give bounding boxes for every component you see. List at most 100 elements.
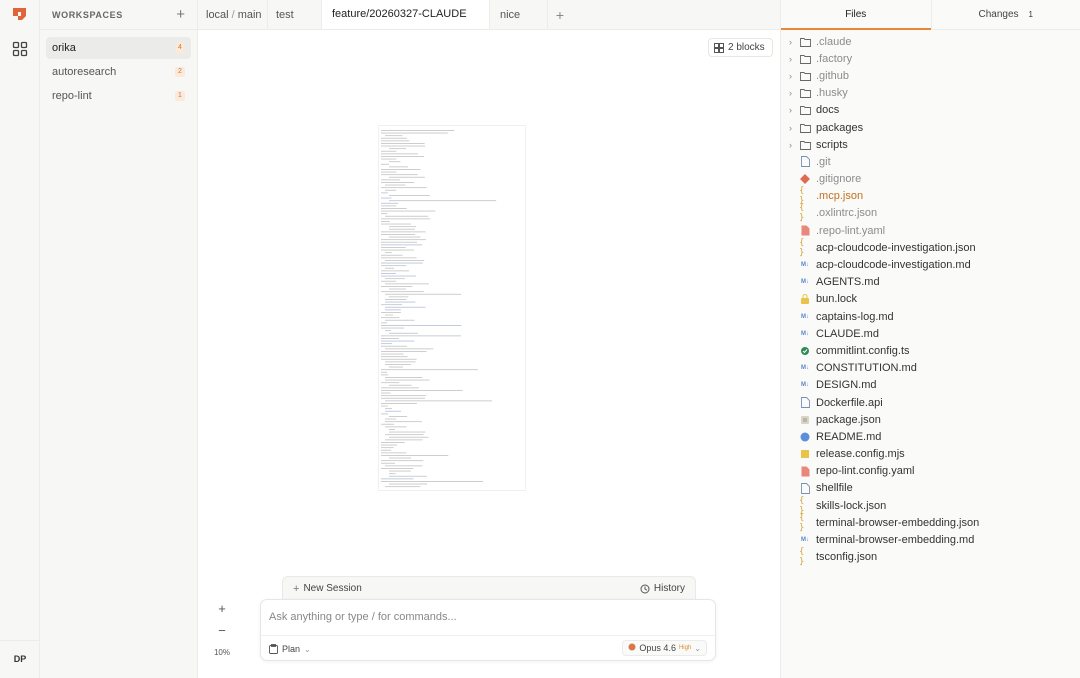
folder-item[interactable]: › .github xyxy=(781,67,1080,84)
zoom-in-button[interactable]: + xyxy=(210,598,234,620)
file-item[interactable]: M↓ acp-cloudcode-investigation.md xyxy=(781,256,1080,273)
document-line xyxy=(381,468,414,469)
document-line xyxy=(385,260,425,261)
document-line xyxy=(381,179,400,181)
model-label: Opus 4.6 xyxy=(639,643,676,653)
file-item[interactable]: { } .oxlintrc.json xyxy=(781,203,1080,223)
document-line xyxy=(381,345,407,347)
folder-item[interactable]: › scripts xyxy=(781,136,1080,153)
history-icon xyxy=(640,584,650,593)
file-item[interactable]: .gitignore xyxy=(781,171,1080,188)
workspace-item-orika[interactable]: orika 4 xyxy=(46,37,191,59)
tab-changes[interactable]: Changes 1 xyxy=(930,0,1080,29)
file-item[interactable]: M↓ AGENTS.md xyxy=(781,274,1080,291)
model-select[interactable]: Opus 4.6 High ⌄ xyxy=(622,640,707,656)
document-line xyxy=(385,319,415,321)
folder-name: .github xyxy=(816,69,850,82)
document-line xyxy=(389,296,409,298)
file-item[interactable]: M↓ DESIGN.md xyxy=(781,377,1080,394)
document-line xyxy=(381,145,426,147)
workspaces-header: WORKSPACES + xyxy=(40,0,197,30)
document-line xyxy=(385,361,416,363)
app-logo[interactable] xyxy=(12,7,27,21)
document-line xyxy=(385,267,395,269)
document-line xyxy=(381,460,424,462)
file-item[interactable]: repo-lint.config.yaml xyxy=(781,463,1080,480)
zoom-out-button[interactable]: − xyxy=(210,620,234,642)
tab-separator: / xyxy=(231,8,235,21)
workspace-item-autoresearch[interactable]: autoresearch 2 xyxy=(46,61,191,83)
folder-item[interactable]: › .husky xyxy=(781,85,1080,102)
file-item[interactable]: shellfile xyxy=(781,480,1080,497)
file-item[interactable]: release.config.mjs xyxy=(781,446,1080,463)
file-item[interactable]: { } tsconfig.json xyxy=(781,547,1080,567)
document-line xyxy=(381,444,398,446)
model-logo-icon xyxy=(628,643,636,653)
file-item[interactable]: M↓ terminal-browser-embedding.md xyxy=(781,531,1080,548)
document-line xyxy=(381,356,408,358)
document-line xyxy=(389,332,418,334)
history-button[interactable]: History xyxy=(640,583,685,594)
workspace-name: orika xyxy=(52,42,76,54)
workspace-item-repo-lint[interactable]: repo-lint 1 xyxy=(46,85,191,107)
folder-name: .claude xyxy=(816,35,852,48)
chevron-right-icon: › xyxy=(789,70,792,81)
workspaces-grid-icon[interactable] xyxy=(11,40,29,58)
file-item[interactable]: M↓ CLAUDE.md xyxy=(781,325,1080,342)
folder-item[interactable]: › docs xyxy=(781,102,1080,119)
file-icon xyxy=(799,156,811,168)
file-item[interactable]: package.json xyxy=(781,411,1080,428)
mode-select[interactable]: Plan ⌄ xyxy=(269,642,311,656)
folder-item[interactable]: › packages xyxy=(781,119,1080,136)
document-line xyxy=(385,314,394,316)
file-item[interactable]: Dockerfile.api xyxy=(781,394,1080,411)
yaml-icon xyxy=(799,465,811,477)
file-item[interactable]: { } skills-lock.json xyxy=(781,496,1080,516)
file-item[interactable]: .repo-lint.yaml xyxy=(781,222,1080,239)
file-icon xyxy=(799,397,811,409)
file-item[interactable]: bun.lock xyxy=(781,291,1080,308)
tab-nice[interactable]: nice xyxy=(490,0,548,29)
workspaces-title: WORKSPACES xyxy=(52,9,123,20)
canvas-document-preview[interactable] xyxy=(378,125,526,491)
document-line xyxy=(385,293,462,295)
add-workspace-button[interactable]: + xyxy=(176,7,185,22)
tab-test[interactable]: test xyxy=(268,0,322,29)
prompt-input[interactable] xyxy=(269,608,699,626)
user-avatar[interactable]: DP xyxy=(8,651,32,667)
file-name: CONSTITUTION.md xyxy=(816,362,917,375)
file-name: Dockerfile.api xyxy=(816,396,883,409)
chevron-right-icon: › xyxy=(789,122,792,133)
document-line xyxy=(381,369,478,371)
folder-item[interactable]: › .factory xyxy=(781,50,1080,67)
folder-icon xyxy=(799,53,811,65)
file-item[interactable]: { } .mcp.json xyxy=(781,186,1080,206)
workspace-count-badge: 1 xyxy=(175,91,185,101)
document-line xyxy=(381,343,392,345)
file-name: .git xyxy=(816,155,831,168)
tab-files-label: Files xyxy=(845,9,867,20)
document-line xyxy=(381,374,389,376)
file-item[interactable]: M↓ CONSTITUTION.md xyxy=(781,360,1080,377)
session-bar: + New Session History xyxy=(282,576,696,600)
tab-feature-branch[interactable]: feature/20260327-CLAUDE xyxy=(322,0,490,29)
file-item[interactable]: M↓ captains-log.md xyxy=(781,308,1080,325)
tab-branch: main xyxy=(237,8,262,21)
file-item[interactable]: commitlint.config.ts xyxy=(781,342,1080,359)
tab-local-main[interactable]: local / main xyxy=(198,0,268,29)
add-tab-button[interactable]: + xyxy=(548,0,572,29)
file-item[interactable]: README.md xyxy=(781,428,1080,445)
app-rail: DP xyxy=(0,0,40,678)
file-item[interactable]: { } terminal-browser-embedding.json xyxy=(781,513,1080,533)
document-line xyxy=(381,231,426,233)
file-item[interactable]: { } acp-cloudcode-investigation.json xyxy=(781,238,1080,258)
js-icon xyxy=(799,448,811,460)
document-line xyxy=(385,252,392,254)
blocks-toggle-button[interactable]: 2 blocks xyxy=(708,38,773,57)
new-session-button[interactable]: + New Session xyxy=(293,583,362,595)
composer-divider xyxy=(261,635,715,636)
folder-item[interactable]: › .claude xyxy=(781,33,1080,50)
markdown-icon: M↓ xyxy=(801,330,809,337)
file-item[interactable]: .git xyxy=(781,153,1080,170)
tab-files[interactable]: Files xyxy=(781,0,931,30)
